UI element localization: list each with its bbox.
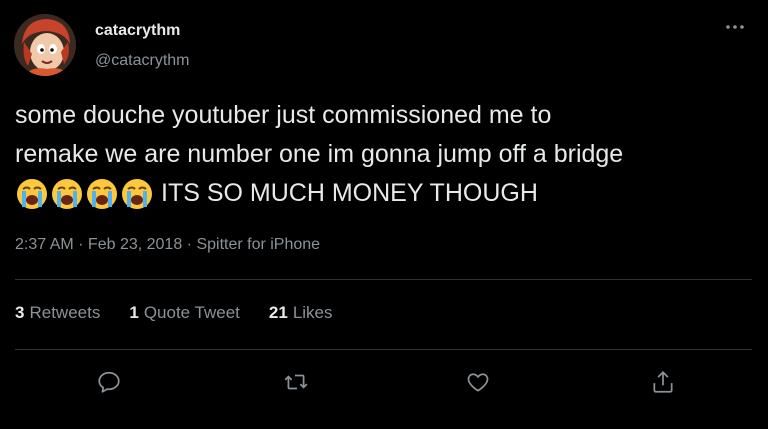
tweet: catacrythm @catacrythm some douche youtu… — [0, 0, 768, 429]
loudly-crying-face-emoji — [17, 179, 47, 210]
divider — [15, 349, 752, 350]
share-icon — [653, 371, 673, 393]
likes-count: 21 — [268, 303, 288, 322]
cartoon-avatar-icon — [14, 14, 76, 76]
likes-stat[interactable]: 21 Likes — [269, 303, 333, 323]
retweets-label: Retweets — [29, 303, 101, 322]
tweet-source[interactable]: Spitter for iPhone — [196, 236, 320, 253]
loudly-crying-face-emoji — [52, 179, 82, 210]
retweet-icon — [284, 374, 308, 390]
tweet-text: some douche youtuber just commissioned m… — [15, 96, 755, 213]
reply-button[interactable] — [89, 362, 129, 402]
divider — [15, 279, 752, 280]
tweet-text-line: some douche youtuber just commissioned m… — [15, 101, 552, 129]
tweet-time[interactable]: 2:37 AM — [15, 236, 74, 253]
avatar[interactable] — [14, 14, 76, 76]
like-icon — [467, 373, 489, 392]
share-button[interactable] — [643, 362, 683, 402]
tweet-stats: 3 Retweets 1 Quote Tweet 21 Likes — [15, 303, 362, 323]
retweet-button[interactable] — [276, 362, 316, 402]
loudly-crying-face-emoji — [122, 179, 152, 210]
tweet-actions — [0, 362, 768, 402]
tweet-text-line: ITS SO MUCH MONEY THOUGH — [15, 174, 755, 213]
like-button[interactable] — [458, 362, 498, 402]
quote-tweets-count: 1 — [129, 303, 139, 322]
tweet-date[interactable]: Feb 23, 2018 — [88, 236, 182, 253]
user-handle[interactable]: @catacrythm — [95, 52, 189, 70]
meta-separator: · — [182, 236, 197, 253]
quote-tweets-label: Quote Tweet — [143, 303, 240, 322]
more-button[interactable] — [722, 14, 748, 40]
reply-icon — [98, 371, 120, 393]
tweet-text-line: remake we are number one im gonna jump o… — [15, 140, 624, 168]
emoji-group — [15, 177, 155, 211]
likes-label: Likes — [292, 303, 333, 322]
tweet-text-shout: ITS SO MUCH MONEY THOUGH — [161, 179, 538, 207]
display-name[interactable]: catacrythm — [95, 22, 180, 40]
more-icon — [726, 25, 744, 29]
loudly-crying-face-emoji — [87, 179, 117, 210]
retweets-stat[interactable]: 3 Retweets — [15, 303, 100, 323]
quote-tweets-stat[interactable]: 1 Quote Tweet — [129, 303, 240, 323]
tweet-meta: 2:37 AM · Feb 23, 2018 · Spitter for iPh… — [15, 236, 320, 254]
meta-separator: · — [73, 236, 88, 253]
retweets-count: 3 — [15, 303, 25, 322]
